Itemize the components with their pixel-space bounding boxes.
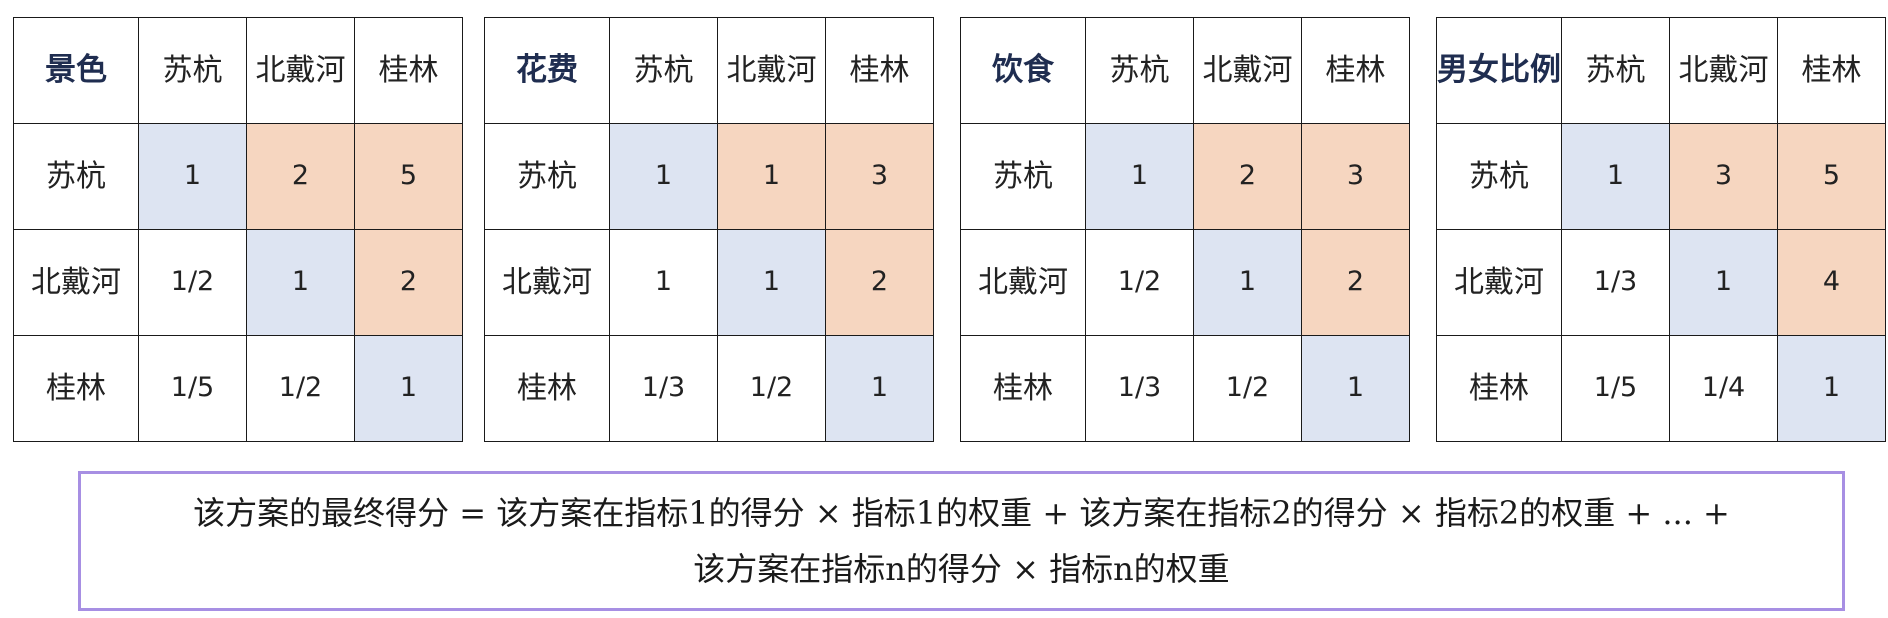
matrix-cell: 1/3 bbox=[609, 335, 718, 442]
matrix-cell: 1/4 bbox=[1669, 335, 1778, 442]
matrix-corner-label: 花费 bbox=[484, 17, 610, 124]
matrix-cell: 1 bbox=[354, 335, 463, 442]
matrix-cell: 2 bbox=[825, 229, 934, 336]
matrix-scenery: 景色 苏杭 北戴河 桂林 苏杭 1 2 5 北戴河 1/2 1 2 桂林 1/5… bbox=[13, 17, 463, 442]
matrix-cell: 2 bbox=[1193, 123, 1302, 230]
matrix-cell: 1/5 bbox=[138, 335, 247, 442]
formula-line-2: 该方案在指标n的得分 × 指标n的权重 bbox=[693, 550, 1230, 588]
row-header: 桂林 bbox=[484, 335, 610, 442]
matrix-cell: 1/3 bbox=[1085, 335, 1194, 442]
row-header: 北戴河 bbox=[484, 229, 610, 336]
column-header: 北戴河 bbox=[1669, 17, 1778, 124]
matrix-cell: 1 bbox=[1301, 335, 1410, 442]
column-header: 北戴河 bbox=[246, 17, 355, 124]
row-header: 苏杭 bbox=[1436, 123, 1562, 230]
column-header: 苏杭 bbox=[609, 17, 718, 124]
matrix-cell: 2 bbox=[246, 123, 355, 230]
matrix-cell: 1/2 bbox=[1085, 229, 1194, 336]
column-header: 桂林 bbox=[1301, 17, 1410, 124]
matrix-cell: 5 bbox=[1777, 123, 1886, 230]
matrix-corner-label: 男女比例 bbox=[1436, 17, 1562, 124]
column-header: 桂林 bbox=[1777, 17, 1886, 124]
matrix-corner-label: 景色 bbox=[13, 17, 139, 124]
matrix-gender-ratio: 男女比例 苏杭 北戴河 桂林 苏杭 1 3 5 北戴河 1/3 1 4 桂林 1… bbox=[1436, 17, 1886, 442]
matrix-cell: 1 bbox=[1193, 229, 1302, 336]
row-header: 桂林 bbox=[1436, 335, 1562, 442]
matrix-cell: 1 bbox=[609, 123, 718, 230]
matrix-cell: 1/2 bbox=[1193, 335, 1302, 442]
matrix-corner-label: 饮食 bbox=[960, 17, 1086, 124]
column-header: 苏杭 bbox=[138, 17, 247, 124]
matrix-cell: 1/2 bbox=[138, 229, 247, 336]
matrix-cell: 3 bbox=[825, 123, 934, 230]
column-header: 北戴河 bbox=[717, 17, 826, 124]
matrix-cell: 1 bbox=[138, 123, 247, 230]
matrix-cell: 1 bbox=[246, 229, 355, 336]
matrix-cell: 1 bbox=[825, 335, 934, 442]
formula-line-1: 该方案的最终得分 = 该方案在指标1的得分 × 指标1的权重 + 该方案在指标2… bbox=[193, 494, 1730, 532]
matrix-cell: 1 bbox=[1561, 123, 1670, 230]
matrix-food: 饮食 苏杭 北戴河 桂林 苏杭 1 2 3 北戴河 1/2 1 2 桂林 1/3… bbox=[960, 17, 1410, 442]
row-header: 北戴河 bbox=[13, 229, 139, 336]
formula-box: 该方案的最终得分 = 该方案在指标1的得分 × 指标1的权重 + 该方案在指标2… bbox=[78, 471, 1845, 611]
column-header: 桂林 bbox=[825, 17, 934, 124]
matrix-cell: 3 bbox=[1301, 123, 1410, 230]
matrix-cell: 1 bbox=[717, 229, 826, 336]
matrix-cost: 花费 苏杭 北戴河 桂林 苏杭 1 1 3 北戴河 1 1 2 桂林 1/3 1… bbox=[484, 17, 934, 442]
matrix-cell: 1 bbox=[717, 123, 826, 230]
row-header: 苏杭 bbox=[13, 123, 139, 230]
row-header: 桂林 bbox=[13, 335, 139, 442]
matrix-cell: 1/2 bbox=[246, 335, 355, 442]
row-header: 苏杭 bbox=[960, 123, 1086, 230]
matrix-cell: 3 bbox=[1669, 123, 1778, 230]
matrix-cell: 1 bbox=[1085, 123, 1194, 230]
matrix-cell: 1/5 bbox=[1561, 335, 1670, 442]
column-header: 苏杭 bbox=[1085, 17, 1194, 124]
column-header: 桂林 bbox=[354, 17, 463, 124]
matrix-cell: 1 bbox=[1669, 229, 1778, 336]
matrix-cell: 4 bbox=[1777, 229, 1886, 336]
row-header: 苏杭 bbox=[484, 123, 610, 230]
row-header: 北戴河 bbox=[960, 229, 1086, 336]
matrix-cell: 1 bbox=[609, 229, 718, 336]
matrix-cell: 1/3 bbox=[1561, 229, 1670, 336]
row-header: 北戴河 bbox=[1436, 229, 1562, 336]
row-header: 桂林 bbox=[960, 335, 1086, 442]
matrix-cell: 2 bbox=[354, 229, 463, 336]
column-header: 苏杭 bbox=[1561, 17, 1670, 124]
matrix-cell: 1/2 bbox=[717, 335, 826, 442]
matrix-cell: 5 bbox=[354, 123, 463, 230]
column-header: 北戴河 bbox=[1193, 17, 1302, 124]
matrix-cell: 1 bbox=[1777, 335, 1886, 442]
matrix-cell: 2 bbox=[1301, 229, 1410, 336]
